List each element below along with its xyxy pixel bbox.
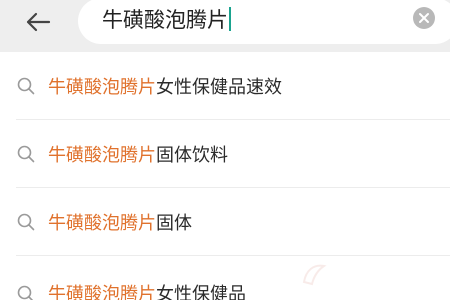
suggestion-item[interactable]: 牛磺酸泡腾片女性保健品速效 (0, 52, 450, 120)
suggestion-rest: 女性保健品速效 (156, 77, 282, 98)
suggestion-rest: 固体饮料 (156, 145, 228, 166)
suggestion-match: 牛磺酸泡腾片 (48, 284, 156, 300)
suggestion-match: 牛磺酸泡腾片 (48, 145, 156, 166)
suggestion-rest: 固体 (156, 213, 192, 234)
watermark-icon (302, 264, 327, 286)
search-query: 牛磺酸泡腾片 (102, 6, 231, 34)
close-icon (419, 13, 429, 23)
search-input[interactable]: 牛磺酸泡腾片 (78, 0, 450, 44)
suggestion-text: 牛磺酸泡腾片固体饮料 (48, 141, 228, 167)
suggestion-text: 牛磺酸泡腾片女性保健品速效 (48, 73, 282, 99)
suggestion-item[interactable]: 牛磺酸泡腾片女性保健品 (0, 256, 450, 300)
suggestion-match: 牛磺酸泡腾片 (48, 213, 156, 234)
search-query-text: 牛磺酸泡腾片 (102, 8, 228, 32)
search-header: 牛磺酸泡腾片 (0, 0, 450, 52)
suggestion-list: 牛磺酸泡腾片女性保健品速效 牛磺酸泡腾片固体饮料 牛磺酸泡腾片固体 牛磺酸泡腾片… (0, 52, 450, 300)
search-screen: 牛磺酸泡腾片 牛磺酸泡腾片女性保健品速效 牛磺酸泡腾片固体饮料 牛磺酸泡腾片固体… (0, 0, 450, 300)
arrow-left-icon (26, 12, 51, 32)
suggestion-text: 牛磺酸泡腾片女性保健品 (48, 280, 246, 300)
suggestion-match: 牛磺酸泡腾片 (48, 77, 156, 98)
suggestion-item[interactable]: 牛磺酸泡腾片固体饮料 (0, 120, 450, 188)
suggestion-rest: 女性保健品 (156, 284, 246, 300)
back-button[interactable] (22, 10, 54, 34)
clear-button[interactable] (413, 7, 435, 29)
search-icon (16, 144, 36, 164)
suggestion-text: 牛磺酸泡腾片固体 (48, 209, 192, 235)
search-icon (16, 76, 36, 96)
suggestion-item[interactable]: 牛磺酸泡腾片固体 (0, 188, 450, 256)
search-icon (16, 212, 36, 232)
text-caret (229, 7, 231, 31)
search-icon (16, 284, 36, 300)
